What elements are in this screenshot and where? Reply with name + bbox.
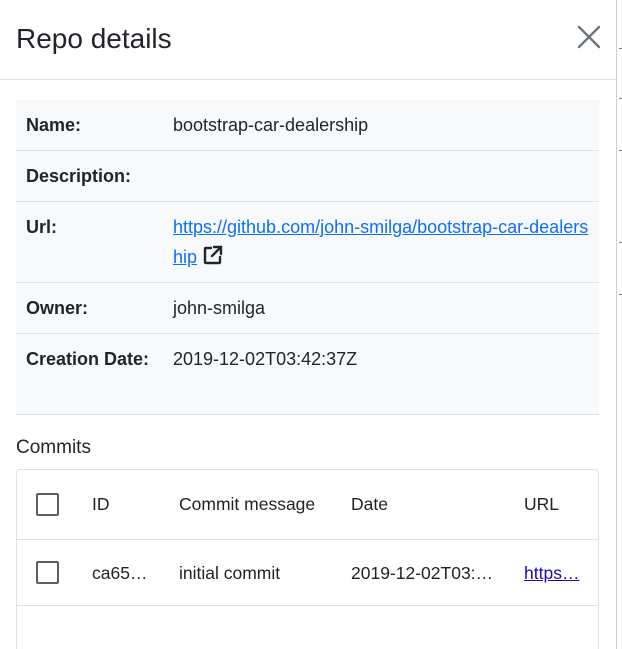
column-header-date-label: Date [351, 494, 388, 514]
detail-row-description: Description: [16, 151, 599, 202]
commit-date-cell: 2019-12-02T03:… [351, 540, 501, 605]
external-link-icon[interactable] [202, 244, 224, 266]
column-header-date[interactable]: Date [351, 470, 501, 539]
detail-row-name: Name: bootstrap-car-dealership [16, 100, 599, 151]
commit-id: ca65… [92, 562, 148, 583]
commit-date: 2019-12-02T03:… [351, 562, 494, 583]
modal-title: Repo details [16, 23, 172, 54]
detail-row-owner: Owner: john-smilga [16, 283, 599, 334]
column-header-url[interactable]: URL [524, 470, 584, 539]
url-value: https://github.com/john-smilga/bootstrap… [173, 212, 593, 273]
row-checkbox[interactable] [36, 561, 59, 584]
creation-date-value: 2019-12-02T03:42:37Z [173, 349, 358, 369]
table-row[interactable]: ca65… initial commit 2019-12-02T03:… htt… [17, 540, 598, 606]
row-select-cell [36, 540, 64, 605]
repo-url-link[interactable]: https://github.com/john-smilga/bootstrap… [173, 217, 588, 267]
owner-label: Owner: [26, 298, 89, 318]
commit-url-link[interactable]: https… [524, 562, 584, 584]
column-header-id-label: ID [92, 494, 110, 514]
creation-date-label: Creation Date: [26, 349, 150, 369]
description-label: Description: [26, 166, 132, 186]
grid-header-row: ID Commit message Date URL [17, 470, 598, 540]
column-header-message[interactable]: Commit message [179, 470, 329, 539]
column-header-message-label: Commit message [179, 494, 316, 514]
commit-message-cell: initial commit [179, 540, 329, 605]
name-value: bootstrap-car-dealership [173, 115, 369, 135]
detail-row-creation-date: Creation Date: 2019-12-02T03:42:37Z [16, 334, 599, 415]
page-backdrop [616, 0, 622, 649]
owner-value: john-smilga [173, 298, 266, 318]
description-value [173, 161, 593, 192]
column-header-id[interactable]: ID [92, 470, 154, 539]
commits-heading: Commits [16, 437, 91, 458]
commit-message: initial commit [179, 562, 281, 583]
commits-grid: ID Commit message Date URL ca65… initial… [16, 469, 599, 649]
commit-url-cell: https… [524, 540, 584, 605]
select-all-checkbox[interactable] [36, 493, 59, 516]
modal-header: Repo details [0, 0, 616, 80]
select-all-cell [36, 470, 64, 539]
repo-details-table: Name: bootstrap-car-dealership Descripti… [16, 100, 599, 415]
repo-details-modal: Repo details Name: bootstrap-car-dealers… [0, 0, 616, 649]
close-button[interactable] [572, 20, 606, 54]
close-icon [577, 25, 601, 49]
url-label: Url: [26, 217, 57, 237]
detail-row-url: Url: https://github.com/john-smilga/boot… [16, 202, 599, 283]
name-label: Name: [26, 115, 82, 135]
column-header-url-label: URL [524, 494, 560, 514]
commit-id-cell: ca65… [92, 540, 154, 605]
